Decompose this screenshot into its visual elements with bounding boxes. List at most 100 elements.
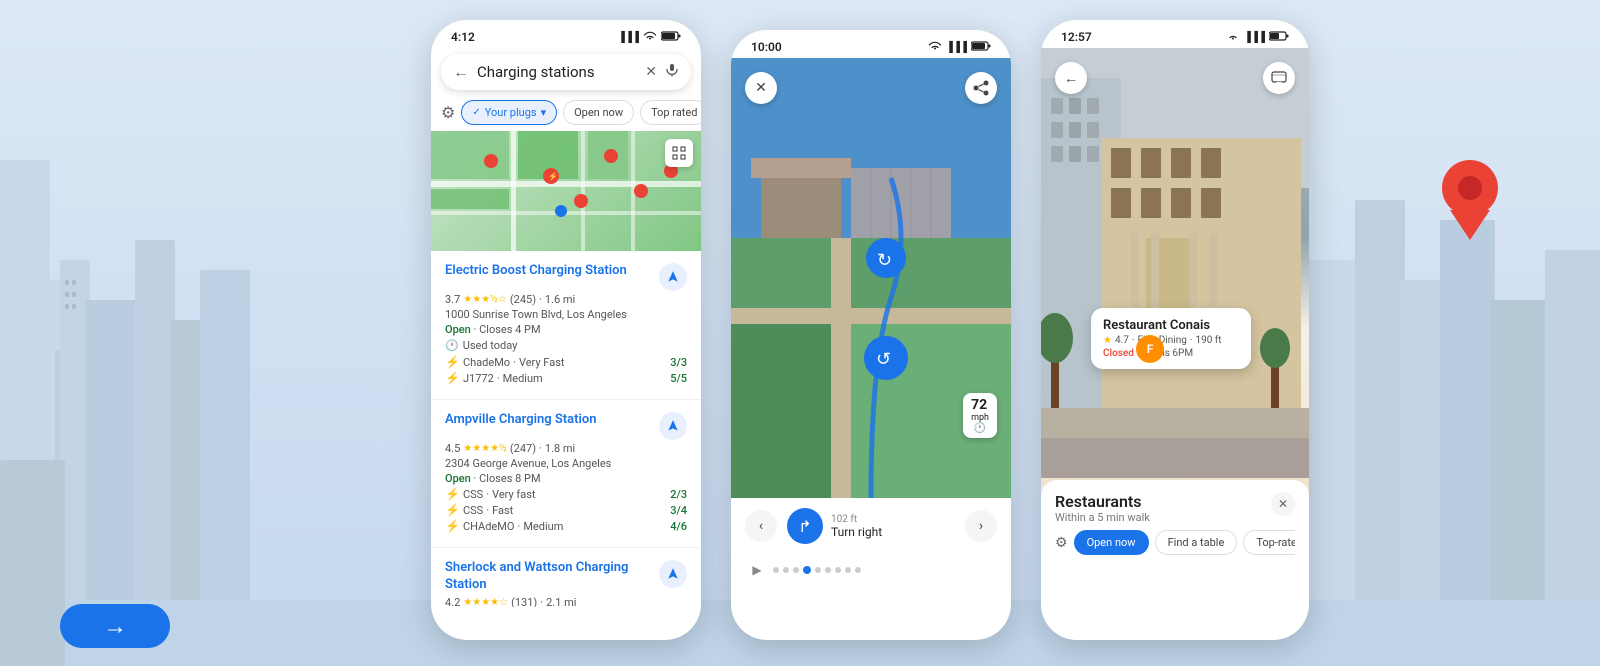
- result-rating-1: 3.7 ★★★½☆ (245) · 1.6 mi: [445, 293, 687, 306]
- map-expand-button[interactable]: [665, 139, 693, 167]
- result-name-3: Sherlock and Wattson Charging Station: [445, 560, 651, 594]
- result-rating-2: 4.5 ★★★★½ (247) · 1.8 mi: [445, 442, 687, 455]
- mic-button[interactable]: [665, 63, 679, 81]
- wifi-icon-2: [928, 41, 942, 54]
- result-status-2: Open · Closes 8 PM: [445, 472, 687, 485]
- nav-dot-2: [783, 567, 789, 573]
- result-item-3[interactable]: Sherlock and Wattson Charging Station 4.…: [431, 548, 701, 607]
- result-used-1: 🕐 Used today: [445, 339, 687, 352]
- nav-next-button[interactable]: ›: [965, 510, 997, 542]
- street-back-button[interactable]: ←: [1055, 62, 1087, 94]
- search-bar[interactable]: ← Charging stations ✕: [441, 54, 691, 90]
- battery-icon-2: [971, 41, 991, 54]
- phone-charging-stations: 4:12 ▐▐▐: [431, 20, 701, 640]
- map-area[interactable]: ⚡: [431, 131, 701, 251]
- battery-icon: [661, 31, 681, 44]
- nav-dot-3: [793, 567, 799, 573]
- battery-icon-3: [1269, 31, 1289, 44]
- panel-title: Restaurants: [1055, 492, 1150, 511]
- result-nav-btn-2[interactable]: [659, 412, 687, 440]
- svg-text:↺: ↺: [876, 349, 891, 370]
- open-now-filter[interactable]: Open now: [563, 100, 634, 125]
- nav-instruction: ↱ 102 ft Turn right: [787, 508, 955, 544]
- signal-icon-3: ▐▐▐: [1244, 32, 1265, 43]
- time-2: 10:00: [751, 40, 782, 54]
- time-1: 4:12: [451, 30, 475, 44]
- nav-close-button[interactable]: ✕: [745, 72, 777, 104]
- charger-row-2b: ⚡ CSS · Fast 3/4: [445, 503, 687, 517]
- charger-row-2a: ⚡ CSS · Very fast 2/3: [445, 487, 687, 501]
- wifi-icon-3: [1226, 31, 1240, 44]
- panel-tune-icon[interactable]: ⚙: [1055, 535, 1068, 551]
- search-text: Charging stations: [477, 63, 637, 81]
- panel-subtitle: Within a 5 min walk: [1055, 511, 1150, 524]
- panel-open-now-filter[interactable]: Open now: [1074, 530, 1149, 555]
- wifi-icon: [643, 31, 657, 44]
- status-icons-1: ▐▐▐: [618, 31, 681, 44]
- nav-turn-icon: ↱: [787, 508, 823, 544]
- navigation-map: ↺ ↻ ✕ 72 mph 🕐: [731, 58, 1011, 498]
- signal-icon: ▐▐▐: [618, 32, 639, 43]
- map-svg: ⚡: [431, 131, 701, 251]
- street-view-svg: [1041, 48, 1309, 478]
- result-item-1[interactable]: Electric Boost Charging Station 3.7 ★★★½…: [431, 251, 701, 400]
- result-item-2[interactable]: Ampville Charging Station 4.5 ★★★★½ (247…: [431, 400, 701, 548]
- user-avatar: F: [1136, 335, 1164, 363]
- nav-dot-4: [803, 566, 811, 574]
- nav-share-button[interactable]: [965, 72, 997, 104]
- phone-navigation: 10:00 ▐▐▐: [731, 30, 1011, 640]
- result-name-2: Ampville Charging Station: [445, 412, 651, 429]
- restaurant-status: Closed · Opens 6PM: [1103, 348, 1239, 359]
- status-icons-2: ▐▐▐: [928, 41, 991, 54]
- status-bar-1: 4:12 ▐▐▐: [431, 20, 701, 48]
- status-icons-3: ▐▐▐: [1226, 31, 1289, 44]
- panel-header: Restaurants Within a 5 min walk ✕: [1055, 492, 1295, 524]
- tune-icon[interactable]: ⚙: [441, 103, 455, 122]
- street-view-area: ← Restaurant Conais ★ 4.7 · Fine Dining: [1041, 48, 1309, 518]
- restaurant-rating: ★ 4.7 · Fine Dining · 190 ft: [1103, 335, 1239, 346]
- checkmark-icon: ✓: [472, 107, 480, 118]
- dropdown-icon: ▾: [541, 106, 547, 119]
- result-name-1: Electric Boost Charging Station: [445, 263, 651, 280]
- nav-dot-8: [845, 567, 851, 573]
- charger-row-1a: ⚡ ChadeMo · Very Fast 3/3: [445, 355, 687, 369]
- restaurant-card[interactable]: Restaurant Conais ★ 4.7 · Fine Dining · …: [1091, 308, 1251, 369]
- clear-button[interactable]: ✕: [645, 64, 657, 80]
- nav-prev-button[interactable]: ‹: [745, 510, 777, 542]
- stars-3: ★★★★☆: [463, 597, 508, 607]
- result-nav-btn-3[interactable]: [659, 560, 687, 588]
- nav-distance: 102 ft: [831, 514, 882, 525]
- restaurants-panel: Restaurants Within a 5 min walk ✕ ⚙ Open…: [1041, 480, 1309, 640]
- brand-arrow: [60, 604, 170, 648]
- panel-filters: ⚙ Open now Find a table Top-rated More: [1055, 530, 1295, 555]
- nav-instruction-text: Turn right: [831, 525, 882, 539]
- stars-2: ★★★★½: [463, 443, 507, 454]
- nav-dot-9: [855, 567, 861, 573]
- your-plugs-filter[interactable]: ✓ Your plugs ▾: [461, 100, 557, 125]
- panel-close-button[interactable]: ✕: [1271, 492, 1295, 516]
- status-bar-2: 10:00 ▐▐▐: [731, 30, 1011, 58]
- restaurant-stars: ★: [1103, 335, 1112, 346]
- back-button[interactable]: ←: [453, 62, 469, 82]
- result-nav-btn-1[interactable]: [659, 263, 687, 291]
- panel-find-table-filter[interactable]: Find a table: [1155, 530, 1238, 555]
- time-3: 12:57: [1061, 30, 1092, 44]
- restaurant-name: Restaurant Conais: [1103, 318, 1239, 333]
- nav-progress-row: ▶: [731, 554, 1011, 590]
- nav-dot-5: [815, 567, 821, 573]
- svg-text:↻: ↻: [877, 250, 892, 271]
- map-background: ⚡: [431, 131, 701, 251]
- phone-street-view: 12:57 ▐▐▐: [1041, 20, 1309, 640]
- stars-1: ★★★½☆: [463, 294, 507, 305]
- panel-top-rated-filter[interactable]: Top-rated: [1243, 530, 1295, 555]
- filter-bar: ⚙ ✓ Your plugs ▾ Open now Top rated: [431, 96, 701, 131]
- phones-container: 4:12 ▐▐▐: [280, 20, 1460, 640]
- svg-text:⚡: ⚡: [548, 171, 558, 181]
- nav-play-button[interactable]: ▶: [745, 558, 769, 582]
- results-list: Electric Boost Charging Station 3.7 ★★★½…: [431, 251, 701, 607]
- street-message-button[interactable]: [1263, 62, 1295, 94]
- result-status-1: Open · Closes 4 PM: [445, 323, 687, 336]
- nav-dot-7: [835, 567, 841, 573]
- nav-dot-1: [773, 567, 779, 573]
- top-rated-filter[interactable]: Top rated: [640, 100, 701, 125]
